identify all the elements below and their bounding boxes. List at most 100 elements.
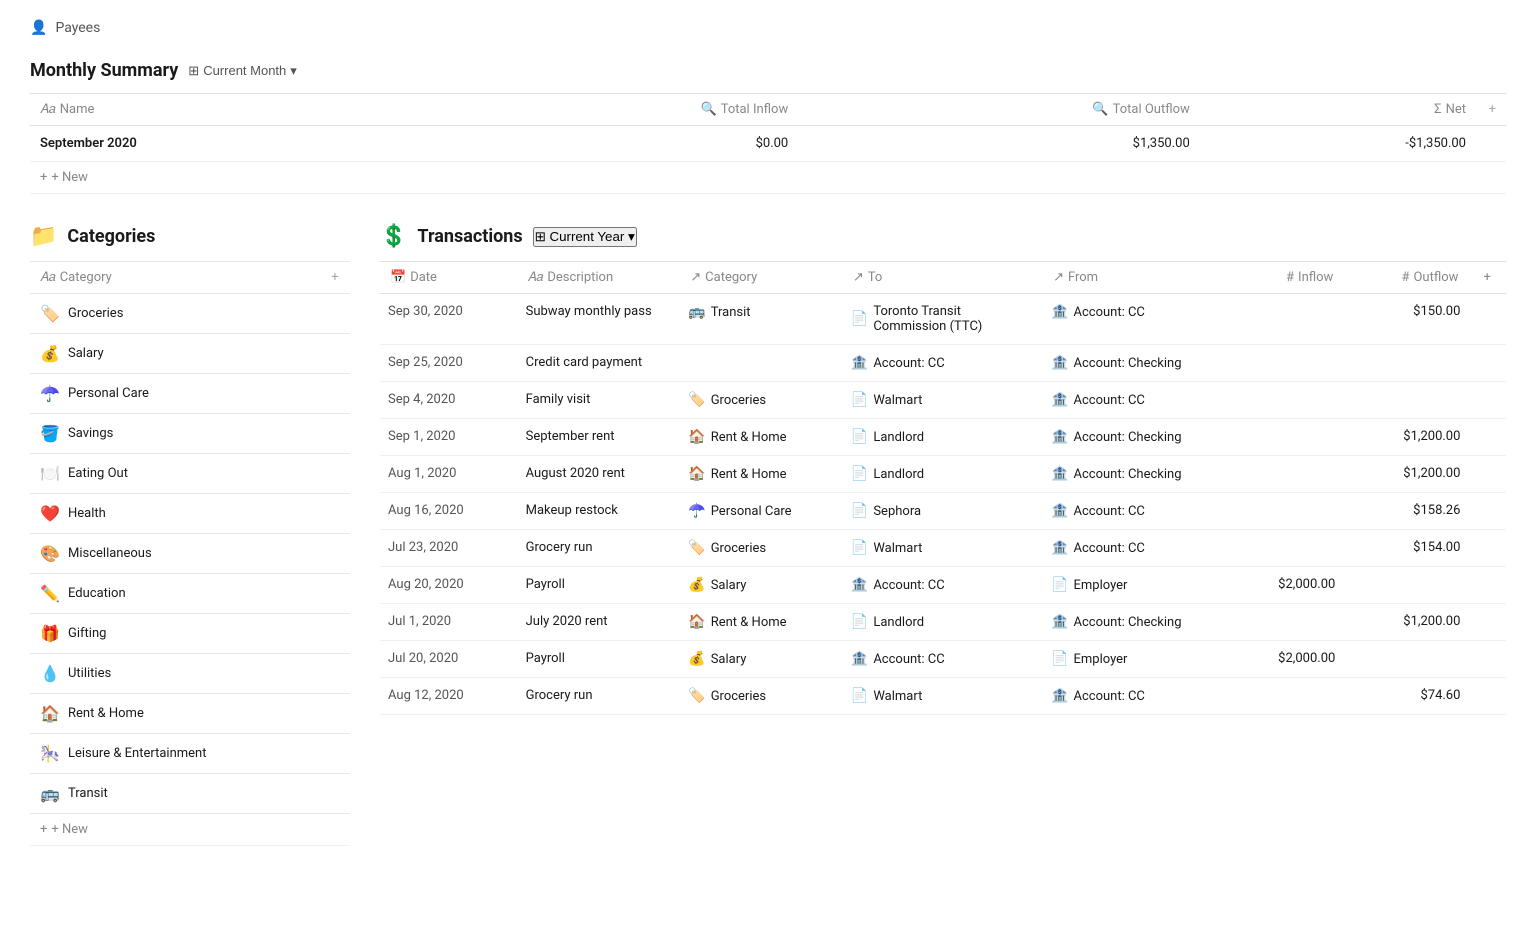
transaction-row[interactable]: Jul 1, 2020 July 2020 rent 🏠Rent & Home … xyxy=(380,604,1506,641)
transactions-filter-btn[interactable]: ⊞ Current Year ▾ xyxy=(533,227,637,247)
cat-tag-label: Groceries xyxy=(711,689,766,704)
category-row[interactable]: 🏷️ Groceries xyxy=(30,294,350,334)
summary-row-inflow: $0.00 xyxy=(430,126,799,162)
category-row-add xyxy=(320,294,350,334)
from-tag-icon: 🏦 xyxy=(1051,355,1068,371)
category-row-name: ✏️ Education xyxy=(30,574,320,614)
to-tag-label: Account: CC xyxy=(873,652,944,667)
categories-new-row[interactable]: + + New xyxy=(30,814,350,846)
from-tag-label: Account: Checking xyxy=(1074,430,1182,445)
trans-row-description: August 2020 rent xyxy=(518,456,681,493)
summary-new-row[interactable]: + + New xyxy=(30,162,1506,194)
to-tag-icon: 📄 xyxy=(851,392,868,408)
monthly-summary-section: Monthly Summary ⊞ Current Month ▾ 𝐴𝑎 Nam… xyxy=(30,60,1506,194)
category-row[interactable]: 💰 Salary xyxy=(30,334,350,374)
category-row[interactable]: ☂️ Personal Care xyxy=(30,374,350,414)
category-row[interactable]: 🎁 Gifting xyxy=(30,614,350,654)
trans-add-col[interactable]: + xyxy=(1468,262,1506,294)
transaction-row[interactable]: Aug 12, 2020 Grocery run 🏷️Groceries 📄Wa… xyxy=(380,678,1506,715)
summary-add-col[interactable]: + xyxy=(1476,94,1506,126)
category-row[interactable]: 🍽️ Eating Out xyxy=(30,454,350,494)
trans-row-date: Aug 1, 2020 xyxy=(380,456,518,493)
trans-row-description: July 2020 rent xyxy=(518,604,681,641)
category-icon: ✏️ xyxy=(40,584,60,603)
to-tag-icon: 🏦 xyxy=(851,651,868,667)
transaction-row[interactable]: Sep 30, 2020 Subway monthly pass 🚌Transi… xyxy=(380,294,1506,345)
category-row[interactable]: 💧 Utilities xyxy=(30,654,350,694)
category-row[interactable]: 🎨 Miscellaneous xyxy=(30,534,350,574)
trans-row-from: 🏦Account: CC xyxy=(1043,294,1218,345)
trans-row-to: 📄 Walmart xyxy=(843,678,1043,715)
transactions-title: Transactions xyxy=(417,226,522,247)
cat-tag-icon: 🚌 xyxy=(688,304,705,320)
category-name: Leisure & Entertainment xyxy=(68,746,206,761)
category-icon: 💧 xyxy=(40,664,60,683)
category-row-add xyxy=(320,414,350,454)
trans-row-from: 🏦Account: Checking xyxy=(1043,604,1218,641)
trans-row-inflow: $2,000.00 xyxy=(1218,641,1343,678)
category-row[interactable]: 🎠 Leisure & Entertainment xyxy=(30,734,350,774)
transaction-row[interactable]: Aug 16, 2020 Makeup restock ☂️Personal C… xyxy=(380,493,1506,530)
to-tag-label: Walmart xyxy=(873,393,922,408)
filter-grid-icon: ⊞ xyxy=(188,63,199,79)
category-row[interactable]: 🏠 Rent & Home xyxy=(30,694,350,734)
transaction-row[interactable]: Aug 20, 2020 Payroll 💰Salary 🏦Account: C… xyxy=(380,567,1506,604)
transaction-row[interactable]: Sep 4, 2020 Family visit 🏷️Groceries 📄Wa… xyxy=(380,382,1506,419)
category-row-add xyxy=(320,374,350,414)
categories-folder-icon: 📁 xyxy=(30,224,57,249)
trans-row-date: Aug 12, 2020 xyxy=(380,678,518,715)
from-tag-label: Account: Checking xyxy=(1074,467,1182,482)
category-icon: 🍽️ xyxy=(40,464,60,483)
transaction-row[interactable]: Aug 1, 2020 August 2020 rent 🏠Rent & Hom… xyxy=(380,456,1506,493)
from-tag-label: Account: Checking xyxy=(1074,356,1182,371)
category-row[interactable]: ✏️ Education xyxy=(30,574,350,614)
trans-row-inflow: $2,000.00 xyxy=(1218,567,1343,604)
to-tag-label: Walmart xyxy=(873,689,922,704)
category-row-add xyxy=(320,654,350,694)
trans-row-description: Credit card payment xyxy=(518,345,681,382)
trans-row-date: Sep 4, 2020 xyxy=(380,382,518,419)
trans-row-date: Aug 16, 2020 xyxy=(380,493,518,530)
category-row-add xyxy=(320,614,350,654)
categories-title-row: 📁 Categories xyxy=(30,224,350,249)
trans-row-from: 🏦Account: Checking xyxy=(1043,456,1218,493)
trans-row-outflow: $150.00 xyxy=(1343,294,1468,345)
trans-row-description: September rent xyxy=(518,419,681,456)
cat-tag-label: Salary xyxy=(711,652,747,667)
cat-tag-label: Groceries xyxy=(711,393,766,408)
transaction-row[interactable]: Jul 20, 2020 Payroll 💰Salary 🏦Account: C… xyxy=(380,641,1506,678)
to-tag-label: Sephora xyxy=(873,504,921,519)
transaction-row[interactable]: Sep 1, 2020 September rent 🏠Rent & Home … xyxy=(380,419,1506,456)
trans-row-add xyxy=(1468,604,1506,641)
from-tag-label: Employer xyxy=(1074,652,1128,667)
cat-tag-icon: 🏷️ xyxy=(688,392,705,408)
category-row[interactable]: 🪣 Savings xyxy=(30,414,350,454)
trans-row-inflow xyxy=(1218,493,1343,530)
monthly-summary-filter-btn[interactable]: ⊞ Current Month ▾ xyxy=(188,63,297,79)
trans-row-description: Payroll xyxy=(518,641,681,678)
category-row[interactable]: ❤️ Health xyxy=(30,494,350,534)
to-tag-icon: 📄 xyxy=(851,688,868,704)
from-tag-label: Account: CC xyxy=(1074,393,1145,408)
to-tag-label: Landlord xyxy=(873,615,924,630)
category-icon: 🪣 xyxy=(40,424,60,443)
category-row-name: 🎁 Gifting xyxy=(30,614,320,654)
cat-arrow-icon: ↗ xyxy=(690,270,701,285)
trans-row-from: 🏦Account: CC xyxy=(1043,493,1218,530)
summary-row[interactable]: September 2020 $0.00 $1,350.00 -$1,350.0… xyxy=(30,126,1506,162)
payees-header: 👤 Payees xyxy=(30,20,1506,36)
cat-add-col[interactable]: + xyxy=(320,262,350,294)
trans-row-to: 📄Toronto Transit Commission (TTC) xyxy=(843,294,1043,345)
category-row[interactable]: 🚌 Transit xyxy=(30,774,350,814)
from-tag-icon: 📄 xyxy=(1051,577,1068,593)
trans-row-outflow: $1,200.00 xyxy=(1343,456,1468,493)
trans-row-category: 🏷️ Groceries xyxy=(680,382,843,419)
to-tag-label: Account: CC xyxy=(873,578,944,593)
trans-row-description: Makeup restock xyxy=(518,493,681,530)
transaction-row[interactable]: Sep 25, 2020 Credit card payment 🏦Accoun… xyxy=(380,345,1506,382)
category-name: Savings xyxy=(68,426,113,441)
transaction-row[interactable]: Jul 23, 2020 Grocery run 🏷️Groceries 📄Wa… xyxy=(380,530,1506,567)
trans-row-outflow: $74.60 xyxy=(1343,678,1468,715)
transactions-panel: 💲 Transactions ⊞ Current Year ▾ 📅 Date 𝐴… xyxy=(380,224,1506,715)
cat-tag-icon: 🏷️ xyxy=(688,688,705,704)
